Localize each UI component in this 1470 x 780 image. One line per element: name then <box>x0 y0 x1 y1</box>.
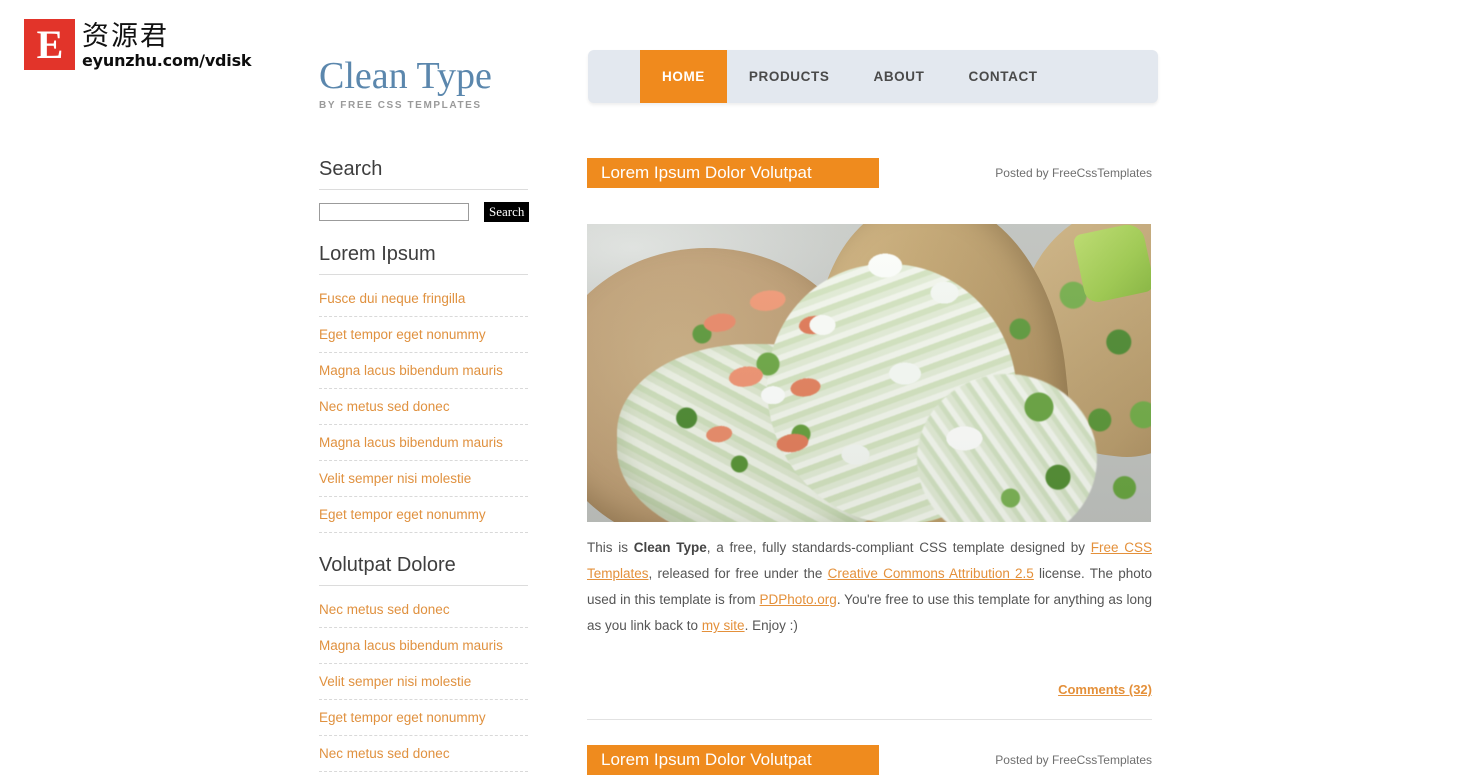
post-text-1: This is <box>587 540 634 555</box>
post-text-3: , released for free under the <box>648 566 828 581</box>
post-title[interactable]: Lorem Ipsum Dolor Volutpat <box>587 158 879 188</box>
logo-text-block: 资源君 eyunzhu.com/vdisk <box>82 20 252 70</box>
list-item[interactable]: Eget tempor eget nonummy <box>319 700 528 736</box>
list-item[interactable]: Nec metus sed donec <box>319 389 528 425</box>
photo-sheen-overlay <box>587 224 1151 522</box>
sidebar-link[interactable]: Eget tempor eget nonummy <box>319 327 486 342</box>
sidebar-link[interactable]: Velit semper nisi molestie <box>319 471 471 486</box>
list-item[interactable]: Eget tempor eget nonummy <box>319 317 528 353</box>
post-title-2[interactable]: Lorem Ipsum Dolor Volutpat <box>587 745 879 775</box>
nav-item-home[interactable]: HOME <box>640 50 727 103</box>
sidebar-heading-volutpat-dolore: Volutpat Dolore <box>319 554 528 586</box>
site-title[interactable]: Clean Type <box>319 55 492 97</box>
site-tagline: BY FREE CSS TEMPLATES <box>319 100 482 111</box>
main-navigation: HOME PRODUCTS ABOUT CONTACT <box>588 50 1158 103</box>
sidebar-link[interactable]: Velit semper nisi molestie <box>319 674 471 689</box>
sidebar-heading-lorem-ipsum: Lorem Ipsum <box>319 243 528 275</box>
list-item[interactable]: Magna lacus bibendum mauris <box>319 353 528 389</box>
sidebar: Search Search Lorem Ipsum Fusce dui nequ… <box>319 158 530 780</box>
list-item[interactable]: Nec metus sed donec <box>319 736 528 772</box>
list-item[interactable]: Fusce dui neque fringilla <box>319 281 528 317</box>
logo-mark-icon: E <box>25 20 74 69</box>
post-divider <box>587 719 1152 720</box>
search-form: Search <box>319 202 530 222</box>
search-input[interactable] <box>319 203 469 221</box>
list-item[interactable]: Magna lacus bibendum mauris <box>319 425 528 461</box>
main-content: Lorem Ipsum Dolor Volutpat Posted by Fre… <box>587 158 1152 775</box>
post-photo <box>587 224 1151 522</box>
list-item[interactable]: Velit semper nisi molestie <box>319 664 528 700</box>
list-item[interactable]: Magna lacus bibendum mauris <box>319 628 528 664</box>
list-item[interactable]: Nec metus sed donec <box>319 592 528 628</box>
post-bold-clean-type: Clean Type <box>633 540 707 555</box>
sidebar-heading-search: Search <box>319 158 528 190</box>
link-my-site[interactable]: my site <box>702 618 745 633</box>
sidebar-link[interactable]: Nec metus sed donec <box>319 399 450 414</box>
post-text-6: . Enjoy :) <box>744 618 798 633</box>
post-header: Lorem Ipsum Dolor Volutpat Posted by Fre… <box>587 158 1152 188</box>
sidebar-link[interactable]: Fusce dui neque fringilla <box>319 291 465 306</box>
nav-item-contact[interactable]: CONTACT <box>946 50 1059 103</box>
sidebar-link[interactable]: Magna lacus bibendum mauris <box>319 638 503 653</box>
list-item[interactable]: Magna lacus bibendum mauris <box>319 772 528 780</box>
site-watermark-logo: E 资源君 eyunzhu.com/vdisk <box>25 20 252 70</box>
sidebar-link[interactable]: Eget tempor eget nonummy <box>319 710 486 725</box>
link-creative-commons[interactable]: Creative Commons Attribution 2.5 <box>828 566 1034 581</box>
logo-chinese-text: 资源君 <box>82 21 169 52</box>
list-item[interactable]: Velit semper nisi molestie <box>319 461 528 497</box>
sidebar-link[interactable]: Magna lacus bibendum mauris <box>319 363 503 378</box>
nav-item-products[interactable]: PRODUCTS <box>727 50 852 103</box>
search-button[interactable]: Search <box>484 202 530 222</box>
sidebar-list-lorem-ipsum: Fusce dui neque fringilla Eget tempor eg… <box>319 281 528 533</box>
post-body: This is Clean Type, a free, fully standa… <box>587 535 1152 639</box>
list-item[interactable]: Eget tempor eget nonummy <box>319 497 528 533</box>
logo-letter: E <box>36 21 64 67</box>
post-header-2: Lorem Ipsum Dolor Volutpat Posted by Fre… <box>587 745 1152 775</box>
link-pdphoto[interactable]: PDPhoto.org <box>760 592 837 607</box>
nav-item-about[interactable]: ABOUT <box>851 50 946 103</box>
post-meta: Posted by FreeCssTemplates <box>995 166 1152 180</box>
post-text-2: , a free, fully standards-compliant CSS … <box>706 540 1091 555</box>
nav-left-spacer <box>588 50 640 103</box>
page-root: E 资源君 eyunzhu.com/vdisk Clean Type BY FR… <box>0 0 1470 780</box>
comments-row: Comments (32) <box>587 681 1152 699</box>
comments-link[interactable]: Comments (32) <box>1058 682 1152 697</box>
sidebar-list-volutpat-dolore: Nec metus sed donec Magna lacus bibendum… <box>319 592 528 780</box>
sidebar-link[interactable]: Nec metus sed donec <box>319 602 450 617</box>
site-branding: Clean Type BY FREE CSS TEMPLATES <box>319 55 492 111</box>
post-meta-2: Posted by FreeCssTemplates <box>995 753 1152 767</box>
sidebar-link[interactable]: Nec metus sed donec <box>319 746 450 761</box>
sidebar-link[interactable]: Eget tempor eget nonummy <box>319 507 486 522</box>
sidebar-link[interactable]: Magna lacus bibendum mauris <box>319 435 503 450</box>
logo-url-text: eyunzhu.com/vdisk <box>82 51 252 70</box>
